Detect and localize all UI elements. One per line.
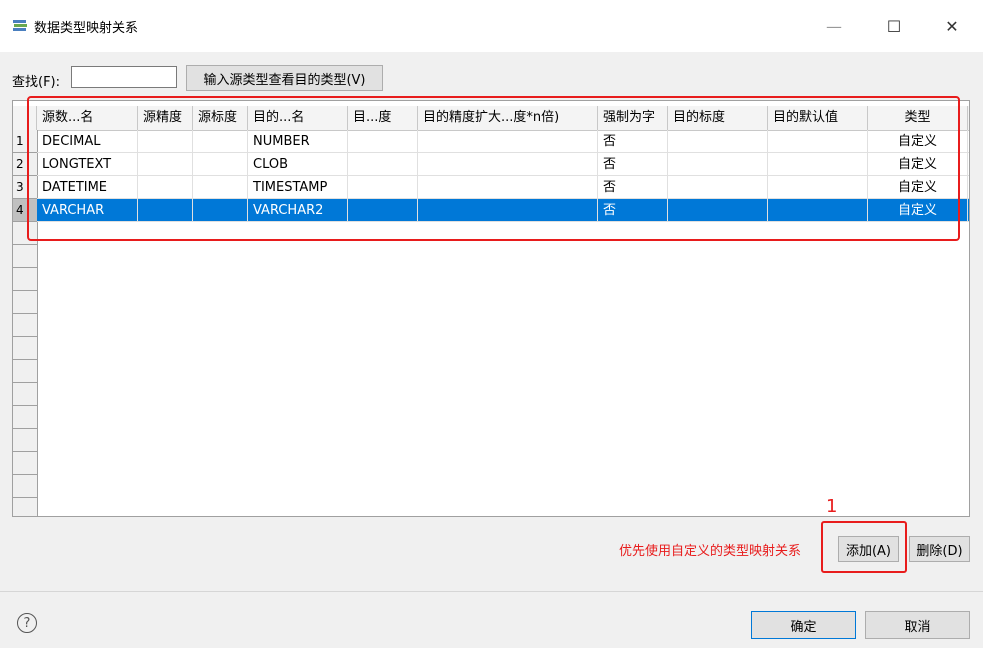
minimize-icon: — — [826, 16, 842, 36]
row-number — [13, 291, 37, 314]
help-glyph: ? — [23, 615, 31, 631]
close-icon: ✕ — [945, 16, 959, 36]
maximize-icon: ☐ — [886, 16, 902, 36]
row-number — [13, 360, 37, 383]
window-title: 数据类型映射关系 — [34, 21, 139, 36]
minimize-button[interactable]: — — [811, 10, 857, 42]
delete-button[interactable]: 删除(D) — [909, 536, 970, 562]
help-icon[interactable]: ? — [17, 613, 37, 633]
row-number — [13, 314, 37, 337]
row-number — [13, 268, 37, 291]
row-number — [13, 337, 37, 360]
row-number — [13, 429, 37, 452]
cancel-button[interactable]: 取消 — [865, 611, 970, 639]
ok-button[interactable]: 确定 — [751, 611, 856, 639]
find-label: 查找(F): — [12, 75, 61, 90]
stack-layers-icon — [12, 18, 28, 34]
lookup-target-type-button[interactable]: 输入源类型查看目的类型(V) — [186, 65, 383, 91]
annotation-highlight-grid — [27, 96, 960, 241]
row-number — [13, 245, 37, 268]
add-button[interactable]: 添加(A) — [838, 536, 899, 562]
row-number — [13, 475, 37, 498]
annotation-number: 1 — [826, 496, 838, 517]
row-number — [13, 406, 37, 429]
maximize-button[interactable]: ☐ — [871, 10, 917, 42]
row-number — [13, 383, 37, 406]
footer-divider — [0, 591, 983, 592]
find-input[interactable] — [71, 66, 177, 88]
title-bar: 数据类型映射关系 — ☐ ✕ — [0, 0, 983, 52]
row-number — [13, 452, 37, 475]
row-number — [13, 498, 37, 516]
close-button[interactable]: ✕ — [929, 10, 975, 42]
priority-hint-text: 优先使用自定义的类型映射关系 — [619, 544, 802, 559]
